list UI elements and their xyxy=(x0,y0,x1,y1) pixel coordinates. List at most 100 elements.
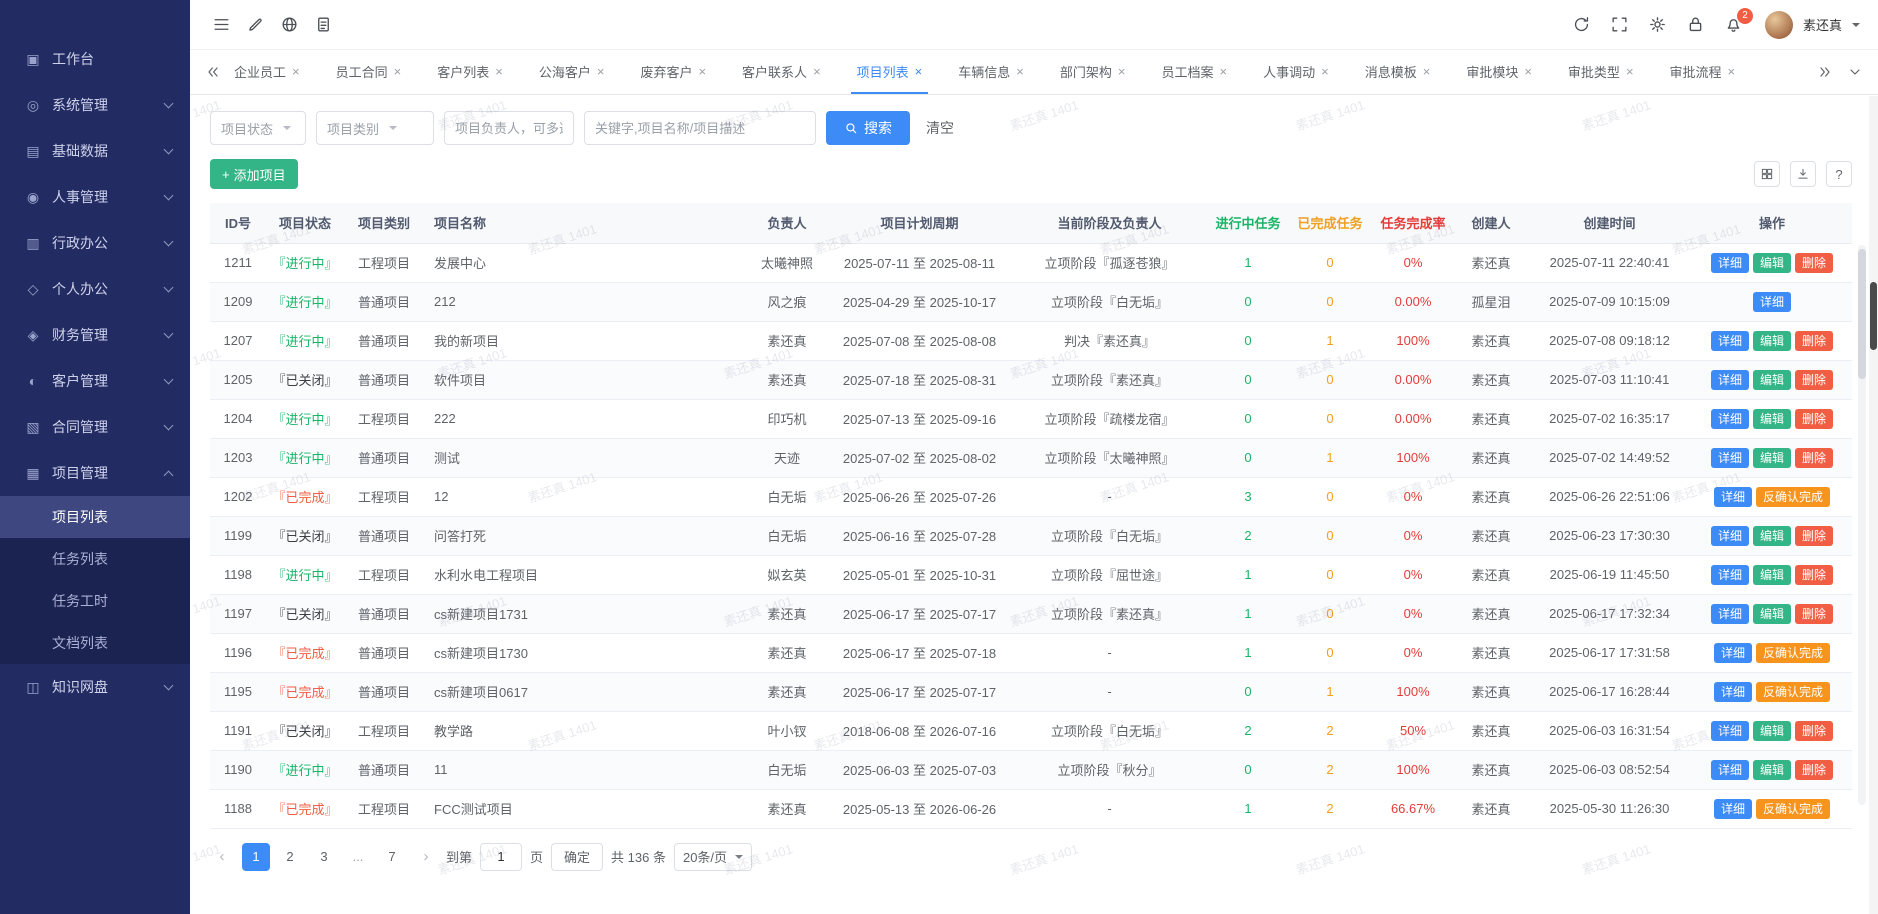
avatar[interactable] xyxy=(1765,11,1793,39)
search-button[interactable]: 搜索 xyxy=(826,111,910,145)
add-project-button[interactable]: + 添加项目 xyxy=(210,159,298,189)
export-download-icon[interactable] xyxy=(1790,161,1816,187)
column-settings-icon[interactable] xyxy=(1754,161,1780,187)
action-delete-button[interactable]: 删除 xyxy=(1795,253,1833,273)
tab[interactable]: 员工合同× xyxy=(330,50,408,94)
theme-tool-icon[interactable] xyxy=(238,8,272,42)
pager-page[interactable]: 3 xyxy=(310,843,338,871)
tab[interactable]: 企业员工× xyxy=(228,50,306,94)
action-edit-button[interactable]: 编辑 xyxy=(1753,721,1791,741)
close-icon[interactable]: × xyxy=(1321,65,1329,78)
action-detail-button[interactable]: 详细 xyxy=(1711,370,1749,390)
close-icon[interactable]: × xyxy=(1016,65,1024,78)
project-owner-input[interactable] xyxy=(444,111,574,145)
action-edit-button[interactable]: 编辑 xyxy=(1753,760,1791,780)
action-detail-button[interactable]: 详细 xyxy=(1711,253,1749,273)
sidebar-item-project[interactable]: ▦项目管理 xyxy=(0,450,190,496)
pager-page[interactable]: 1 xyxy=(242,843,270,871)
sidebar-subitem[interactable]: 项目列表 xyxy=(0,496,190,538)
username[interactable]: 素还真 xyxy=(1803,15,1842,34)
action-edit-button[interactable]: 编辑 xyxy=(1753,370,1791,390)
close-icon[interactable]: × xyxy=(1423,65,1431,78)
action-detail-button[interactable]: 详细 xyxy=(1711,331,1749,351)
close-icon[interactable]: × xyxy=(1728,65,1736,78)
pager-page[interactable]: 7 xyxy=(378,843,406,871)
tab[interactable]: 废弃客户× xyxy=(634,50,712,94)
close-icon[interactable]: × xyxy=(1118,65,1126,78)
sidebar-item-hr[interactable]: ◉人事管理 xyxy=(0,174,190,220)
sidebar-subitem[interactable]: 任务工时 xyxy=(0,580,190,622)
tab[interactable]: 审批流程× xyxy=(1664,50,1742,94)
pager-confirm-button[interactable]: 确定 xyxy=(551,843,603,871)
project-status-select[interactable]: 项目状态 xyxy=(210,111,306,145)
tab[interactable]: 车辆信息× xyxy=(952,50,1030,94)
close-icon[interactable]: × xyxy=(495,65,503,78)
close-icon[interactable]: × xyxy=(1626,65,1634,78)
sidebar-subitem[interactable]: 文档列表 xyxy=(0,622,190,664)
action-edit-button[interactable]: 编辑 xyxy=(1753,604,1791,624)
pager-jump-input[interactable] xyxy=(480,843,522,871)
tab[interactable]: 客户联系人× xyxy=(736,50,827,94)
sidebar-item-base-data[interactable]: ▤基础数据 xyxy=(0,128,190,174)
action-edit-button[interactable]: 编辑 xyxy=(1753,409,1791,429)
action-delete-button[interactable]: 删除 xyxy=(1795,526,1833,546)
language-globe-icon[interactable] xyxy=(272,8,306,42)
action-unconfirm-button[interactable]: 反确认完成 xyxy=(1756,643,1830,663)
pager-prev-icon[interactable]: ‹ xyxy=(210,843,234,871)
tab[interactable]: 客户列表× xyxy=(431,50,509,94)
close-icon[interactable]: × xyxy=(813,65,821,78)
action-edit-button[interactable]: 编辑 xyxy=(1753,565,1791,585)
action-detail-button[interactable]: 详细 xyxy=(1711,526,1749,546)
action-detail-button[interactable]: 详细 xyxy=(1711,604,1749,624)
chevron-down-icon[interactable] xyxy=(1852,23,1860,31)
action-detail-button[interactable]: 详细 xyxy=(1711,721,1749,741)
sidebar-item-knowledge[interactable]: ◫知识网盘 xyxy=(0,664,190,710)
action-unconfirm-button[interactable]: 反确认完成 xyxy=(1756,487,1830,507)
sidebar-item-personal-office[interactable]: ◇个人办公 xyxy=(0,266,190,312)
fullscreen-icon[interactable] xyxy=(1603,8,1637,42)
action-edit-button[interactable]: 编辑 xyxy=(1753,526,1791,546)
sidebar-item-contract[interactable]: ▧合同管理 xyxy=(0,404,190,450)
close-icon[interactable]: × xyxy=(915,65,923,78)
action-delete-button[interactable]: 删除 xyxy=(1795,565,1833,585)
tab[interactable]: 公海客户× xyxy=(533,50,611,94)
tabs-scroll-left-icon[interactable] xyxy=(198,50,228,94)
help-icon[interactable]: ? xyxy=(1826,161,1852,187)
tab[interactable]: 项目列表× xyxy=(851,50,929,94)
action-delete-button[interactable]: 删除 xyxy=(1795,604,1833,624)
action-detail-button[interactable]: 详细 xyxy=(1714,682,1752,702)
clear-button[interactable]: 清空 xyxy=(926,118,954,138)
notification-bell-icon[interactable]: 2 xyxy=(1717,8,1751,42)
action-detail-button[interactable]: 详细 xyxy=(1714,487,1752,507)
tab[interactable]: 人事调动× xyxy=(1257,50,1335,94)
action-detail-button[interactable]: 详细 xyxy=(1714,799,1752,819)
action-edit-button[interactable]: 编辑 xyxy=(1753,331,1791,351)
menu-collapse-icon[interactable] xyxy=(204,8,238,42)
sidebar-item-admin-office[interactable]: ▥行政办公 xyxy=(0,220,190,266)
action-detail-button[interactable]: 详细 xyxy=(1711,565,1749,585)
action-detail-button[interactable]: 详细 xyxy=(1753,292,1791,312)
action-delete-button[interactable]: 删除 xyxy=(1795,409,1833,429)
action-detail-button[interactable]: 详细 xyxy=(1711,760,1749,780)
action-delete-button[interactable]: 删除 xyxy=(1795,760,1833,780)
pager-page[interactable]: 2 xyxy=(276,843,304,871)
tab[interactable]: 消息模板× xyxy=(1359,50,1437,94)
action-unconfirm-button[interactable]: 反确认完成 xyxy=(1756,799,1830,819)
sidebar-item-system[interactable]: ◎系统管理 xyxy=(0,82,190,128)
tab[interactable]: 员工档案× xyxy=(1155,50,1233,94)
close-icon[interactable]: × xyxy=(698,65,706,78)
tab[interactable]: 审批类型× xyxy=(1562,50,1640,94)
page-scrollbar-thumb[interactable] xyxy=(1870,282,1877,350)
refresh-icon[interactable] xyxy=(1565,8,1599,42)
action-delete-button[interactable]: 删除 xyxy=(1795,331,1833,351)
sidebar-subitem[interactable]: 任务列表 xyxy=(0,538,190,580)
tabs-scroll-right-icon[interactable] xyxy=(1810,50,1840,94)
settings-gear-icon[interactable] xyxy=(1641,8,1675,42)
action-detail-button[interactable]: 详细 xyxy=(1711,409,1749,429)
table-scrollbar-thumb[interactable] xyxy=(1858,249,1866,379)
tabs-menu-chevron-down-icon[interactable] xyxy=(1840,50,1870,94)
lock-icon[interactable] xyxy=(1679,8,1713,42)
close-icon[interactable]: × xyxy=(1220,65,1228,78)
sidebar-item-customer[interactable]: ◐客户管理 xyxy=(0,358,190,404)
action-edit-button[interactable]: 编辑 xyxy=(1753,448,1791,468)
